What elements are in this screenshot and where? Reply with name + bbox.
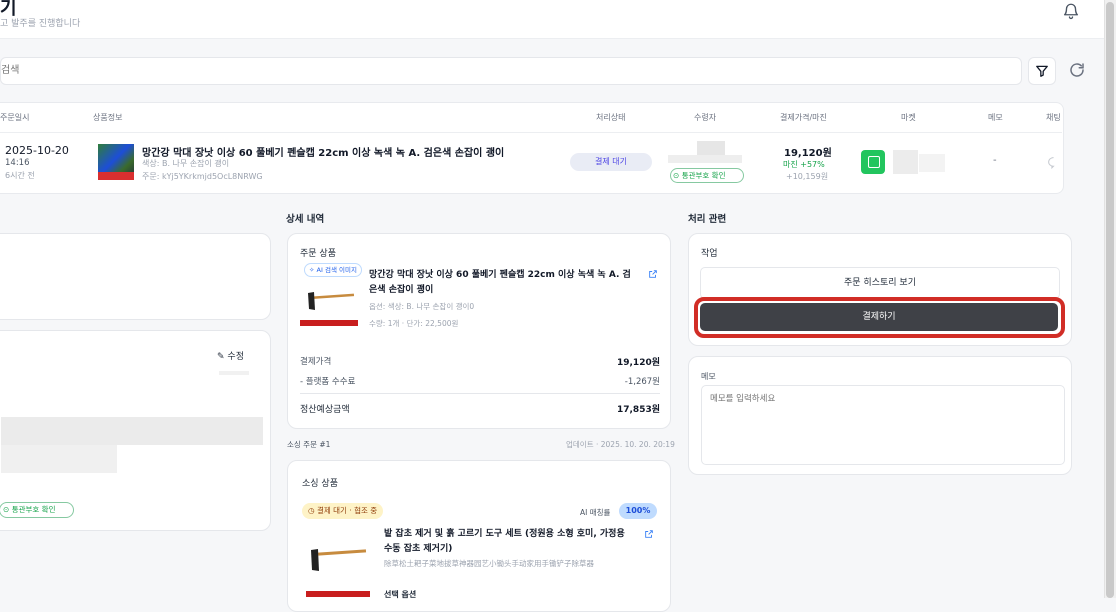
fee-label: - 플랫폼 수수료 bbox=[300, 377, 356, 387]
sourcing-status-label: 결제 대기 · 협조 중 bbox=[316, 506, 378, 515]
hoe-image bbox=[306, 549, 370, 597]
column-header-market: 마켓 bbox=[901, 113, 916, 122]
order-ago: 6시간 전 bbox=[5, 171, 35, 180]
customs-badge-left-label: 통관부호 확인 bbox=[11, 505, 56, 514]
sourcing-product-title: 소싱 상품 bbox=[302, 479, 338, 489]
memo-card: 메모 bbox=[688, 356, 1072, 475]
address-blurred bbox=[1, 417, 263, 445]
pay-button[interactable]: 결제하기 bbox=[700, 303, 1058, 331]
column-header-product: 상품정보 bbox=[93, 113, 123, 122]
order-product-title: 주문 상품 bbox=[300, 249, 336, 259]
order-product-qty-price: 수량: 1개 · 단가: 22,500원 bbox=[369, 319, 459, 328]
order-product-option: 옵션: 색상: B. 나무 손잡이 괭이0 bbox=[369, 302, 475, 311]
market-name-blurred bbox=[893, 150, 918, 174]
order-date: 2025-10-20 bbox=[5, 144, 69, 157]
check-circle-icon: ⊙ bbox=[673, 171, 680, 180]
ai-match-label: AI 매칭률 bbox=[580, 508, 611, 517]
search-input[interactable] bbox=[1, 58, 1021, 83]
hoe-image bbox=[300, 292, 358, 326]
column-header-memo: 메모 bbox=[988, 113, 1003, 122]
order-product-name: 망간강 막대 장낫 이상 60 풀베기 펜슬캡 22cm 이상 녹색 녹 A. … bbox=[369, 270, 631, 295]
memo-textarea[interactable] bbox=[701, 385, 1065, 465]
product-option: 색상: B. 나무 손잡이 괭이 bbox=[142, 159, 230, 168]
column-header-date: 주문일시 bbox=[0, 113, 30, 122]
sourcing-updated: 업데이트 · 2025. 10. 20. 20:19 bbox=[566, 440, 675, 449]
order-product-image bbox=[300, 278, 358, 326]
column-header-chat: 채팅 bbox=[1046, 113, 1061, 122]
sourcing-status-badge: ◷ 결제 대기 · 협조 중 bbox=[302, 503, 384, 519]
table-divider bbox=[0, 132, 1062, 133]
column-header-receiver: 수령자 bbox=[694, 113, 717, 122]
scrollbar-thumb[interactable] bbox=[1106, 2, 1114, 598]
order-number: 주문: kYj5YKrkmjd5OcL8NRWG bbox=[142, 172, 263, 181]
filter-button[interactable] bbox=[1028, 57, 1056, 85]
edit-label: 수정 bbox=[227, 352, 244, 362]
search-box[interactable] bbox=[0, 57, 1022, 85]
left-info-card bbox=[0, 233, 271, 320]
customs-badge-label: 통관부호 확인 bbox=[681, 171, 726, 180]
sparkle-icon: ✧ bbox=[309, 266, 315, 274]
column-header-status: 처리상태 bbox=[596, 113, 626, 122]
address-detail-blurred bbox=[1, 445, 117, 473]
memo-title: 메모 bbox=[701, 372, 716, 381]
left-address-card: ✎ 수정 ⊙ 통관부호 확인 bbox=[0, 330, 271, 531]
check-circle-icon: ⊙ bbox=[3, 505, 10, 514]
bell-icon[interactable] bbox=[1062, 2, 1080, 20]
processing-section-title: 처리 관련 bbox=[688, 214, 727, 225]
pencil-icon: ✎ bbox=[217, 352, 225, 362]
external-link-icon[interactable] bbox=[644, 529, 654, 539]
sourcing-order-header: 소싱 주문 #1 bbox=[287, 440, 331, 449]
actions-title: 작업 bbox=[701, 249, 718, 259]
customs-badge-left: ⊙ 통관부호 확인 bbox=[0, 502, 74, 518]
margin-percent: 마진 +57% bbox=[783, 160, 825, 169]
column-header-price: 결제가격/마진 bbox=[780, 113, 827, 122]
filter-icon bbox=[1036, 65, 1048, 77]
pay-value: 19,120원 bbox=[616, 358, 660, 368]
sourcing-product-card: 소싱 상품 ◷ 결제 대기 · 협조 중 AI 매칭률 100% 밭 잡초 제거… bbox=[287, 460, 671, 612]
sourcing-original-name: 除草松土耙子菜地拔草神器园艺小锄头手动家用手锄铲子除草器 bbox=[384, 559, 594, 568]
refresh-icon[interactable] bbox=[1068, 61, 1086, 79]
order-history-button[interactable]: 주문 히스토리 보기 bbox=[700, 267, 1060, 299]
product-name[interactable]: 망간강 막대 장낫 이상 60 풀베기 펜슬캡 22cm 이상 녹색 녹 A. … bbox=[142, 144, 504, 159]
ai-image-badge: ✧ AI 검색 이미지 bbox=[304, 263, 362, 277]
detail-section-title: 상세 내역 bbox=[286, 214, 325, 225]
sourcing-product-name: 밭 잡초 제거 및 흙 고르기 도구 세트 (정원용 소형 호미, 가정용 수동… bbox=[384, 529, 625, 554]
divider bbox=[300, 393, 660, 394]
sourcing-option-label: 선택 옵션 bbox=[384, 590, 417, 599]
order-product-card: 주문 상품 ✧ AI 검색 이미지 망간강 막대 장낫 이상 60 풀베기 펜슬… bbox=[287, 233, 671, 429]
customs-badge: ⊙ 통관부호 확인 bbox=[670, 168, 744, 183]
product-thumbnail bbox=[98, 144, 134, 180]
clock-icon: ◷ bbox=[308, 506, 315, 515]
edit-button[interactable]: ✎ 수정 bbox=[217, 349, 244, 362]
margin-amount: +10,159원 bbox=[786, 172, 829, 181]
memo-value: - bbox=[993, 155, 997, 166]
page-subtitle: 고 발주를 진행합니다 bbox=[0, 19, 81, 29]
external-link-icon[interactable] bbox=[648, 269, 658, 279]
status-badge: 결제 대기 bbox=[570, 153, 652, 171]
price-value: 19,120원 bbox=[784, 148, 832, 159]
ai-match-value: 100% bbox=[619, 503, 657, 519]
chat-icon[interactable] bbox=[1047, 156, 1060, 169]
sourcing-product-image bbox=[302, 529, 370, 601]
blurred-text bbox=[219, 371, 249, 375]
ai-image-badge-label: AI 검색 이미지 bbox=[316, 266, 357, 274]
receiver-info-blurred bbox=[668, 155, 742, 163]
order-time: 14:16 bbox=[5, 158, 30, 168]
receiver-name-blurred bbox=[697, 141, 725, 155]
pay-label: 결제가격 bbox=[300, 357, 332, 367]
market-account-blurred bbox=[919, 154, 945, 172]
market-logo bbox=[861, 150, 885, 174]
settle-label: 정산예상금액 bbox=[300, 405, 350, 415]
settle-value: 17,853원 bbox=[616, 405, 660, 415]
page-header: 기 고 발주를 진행합니다 bbox=[0, 0, 1104, 39]
fee-value: -1,267원 bbox=[624, 377, 660, 387]
